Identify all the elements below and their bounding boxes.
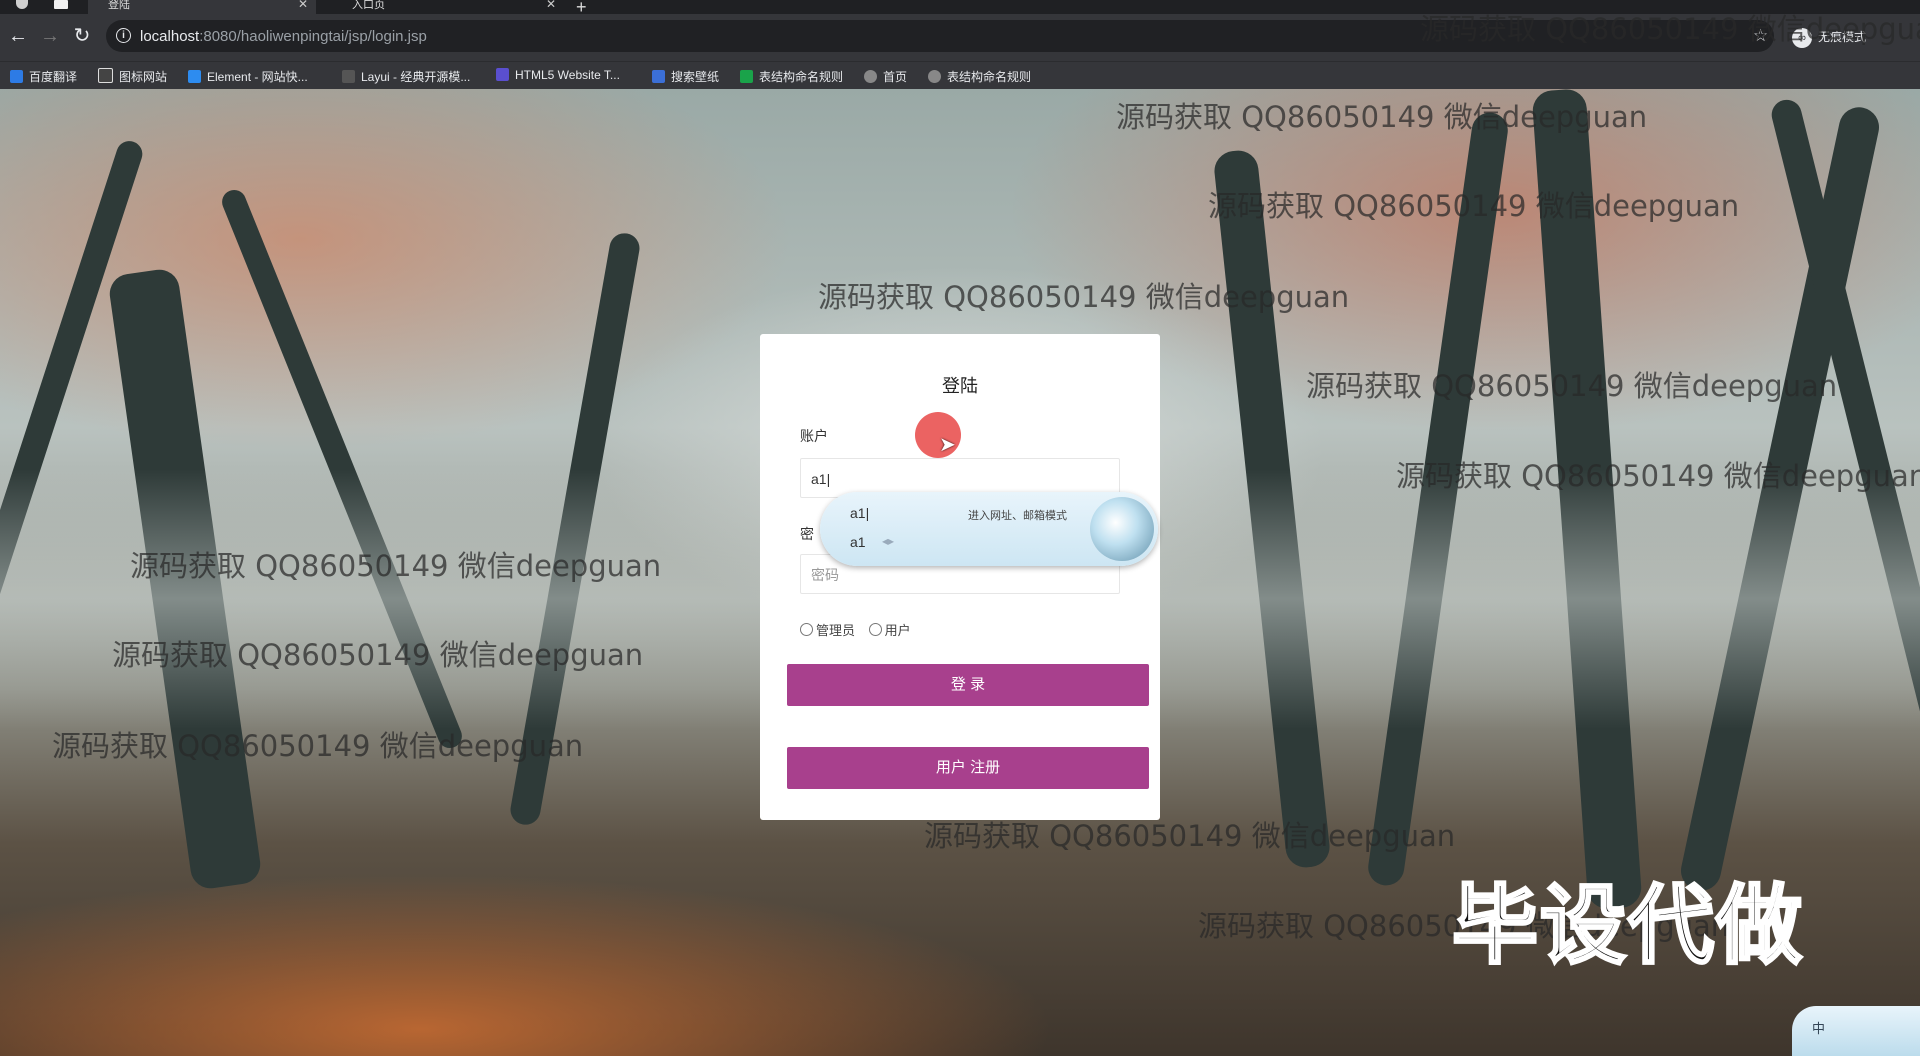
url-host: localhost	[140, 28, 200, 45]
translate-icon	[10, 70, 23, 83]
browser-menu-icon[interactable]	[16, 0, 28, 9]
ime-candidate-popup: a1| 进入网址、邮箱模式 a1 ◂▸	[820, 492, 1158, 566]
element-icon	[188, 70, 201, 83]
bookmarks-bar: 百度翻译 图标网站 Element - 网站快... Layui - 经典开源模…	[0, 61, 1920, 90]
reload-icon[interactable]: ↻	[70, 24, 94, 48]
watermark-text: 源码获取 QQ86050149 微信deepguan	[52, 729, 584, 763]
tab-login[interactable]: 登陆 ✕	[88, 0, 316, 14]
close-icon[interactable]: ✕	[298, 0, 308, 10]
bookmark-label: 百度翻译	[29, 70, 78, 84]
html5-icon	[496, 68, 509, 81]
bookmark-label: Element - 网站快...	[207, 70, 308, 84]
url-path: :8080/haoliwenpingtai/jsp/login.jsp	[199, 28, 427, 45]
wallpaper-icon	[652, 70, 665, 83]
watermark-text: 源码获取 QQ86050149 微信deepguan	[1420, 12, 1920, 46]
login-card: 登陆 账户 a1| 密 密码 管理员 用户 登 录 用户 注册	[760, 334, 1160, 820]
bookmark-label: 搜索壁纸	[671, 70, 720, 84]
bookmark-label: Layui - 经典开源模...	[361, 70, 471, 84]
ime-skin-orb-icon	[1090, 497, 1154, 561]
role-admin-label: 管理员	[816, 623, 856, 638]
bookmark-item[interactable]: 图标网站	[98, 68, 167, 85]
login-button[interactable]: 登 录	[787, 664, 1149, 706]
bookmark-item[interactable]: 百度翻译	[10, 68, 77, 85]
ime-status-tray[interactable]: 中	[1792, 1006, 1920, 1056]
tab-search-icon[interactable]	[54, 0, 68, 9]
ime-candidate[interactable]: a1|	[850, 505, 869, 521]
bookmark-item[interactable]: 首页	[864, 68, 907, 85]
tab-label: 入口页	[352, 0, 385, 11]
watermark-text: 源码获取 QQ86050149 微信deepguan	[1396, 459, 1920, 493]
globe-icon	[928, 70, 941, 83]
watermark-text: 源码获取 QQ86050149 微信deepguan	[1208, 189, 1740, 223]
watermark-text: 源码获取 QQ86050149 微信deepguan	[1116, 100, 1648, 134]
radio-icon[interactable]	[800, 623, 813, 636]
flag-icon	[98, 68, 113, 83]
tab-label: 登陆	[108, 0, 130, 11]
globe-icon	[864, 70, 877, 83]
watermark-text: 源码获取 QQ86050149 微信deepguan	[112, 638, 644, 672]
sheet-icon	[740, 70, 753, 83]
bookmark-item[interactable]: 表结构命名规则	[740, 68, 843, 85]
layui-icon	[342, 70, 355, 83]
bookmark-item[interactable]: HTML5 Website T...	[496, 68, 620, 82]
bookmark-label: 表结构命名规则	[947, 70, 1032, 84]
tab-entry[interactable]: 入口页 ✕	[332, 0, 564, 14]
role-selector: 管理员 用户	[800, 620, 911, 639]
promo-overlay-text: 毕设代做	[1451, 875, 1804, 978]
bookmark-item[interactable]: Element - 网站快...	[188, 68, 308, 85]
role-user-option[interactable]: 用户	[868, 623, 911, 638]
close-icon[interactable]: ✕	[546, 0, 556, 10]
ime-mode-label: 中	[1812, 1021, 1826, 1036]
role-user-label: 用户	[884, 623, 911, 638]
login-title: 登陆	[942, 376, 978, 396]
ime-hint: 进入网址、邮箱模式	[968, 510, 1067, 522]
bookmark-item[interactable]: 表结构命名规则	[928, 68, 1031, 85]
info-icon[interactable]: i	[116, 28, 131, 43]
register-button[interactable]: 用户 注册	[787, 747, 1149, 789]
forward-arrow-icon[interactable]: →	[38, 24, 62, 48]
bookmark-item[interactable]: 搜索壁纸	[652, 68, 719, 85]
url-text[interactable]: localhost:8080/haoliwenpingtai/jsp/login…	[140, 28, 427, 45]
account-label: 账户	[800, 428, 828, 444]
bookmark-label: HTML5 Website T...	[515, 68, 620, 82]
password-label: 密	[800, 526, 814, 542]
watermark-text: 源码获取 QQ86050149 微信deepguan	[130, 549, 662, 583]
watermark-text: 源码获取 QQ86050149 微信deepguan	[818, 280, 1350, 314]
mouse-cursor-icon: ➤	[939, 434, 956, 456]
watermark-text: 源码获取 QQ86050149 微信deepguan	[1306, 369, 1838, 403]
ime-candidate[interactable]: a1	[850, 534, 866, 550]
bookmark-label: 首页	[883, 70, 908, 84]
bookmark-label: 表结构命名规则	[759, 70, 844, 84]
bookmark-label: 图标网站	[119, 70, 168, 84]
back-arrow-icon[interactable]: ←	[6, 24, 30, 48]
role-admin-option[interactable]: 管理员	[800, 623, 855, 638]
bookmark-item[interactable]: Layui - 经典开源模...	[342, 68, 470, 85]
radio-icon[interactable]	[868, 623, 882, 636]
ime-page-arrows-icon[interactable]: ◂▸	[882, 534, 894, 548]
